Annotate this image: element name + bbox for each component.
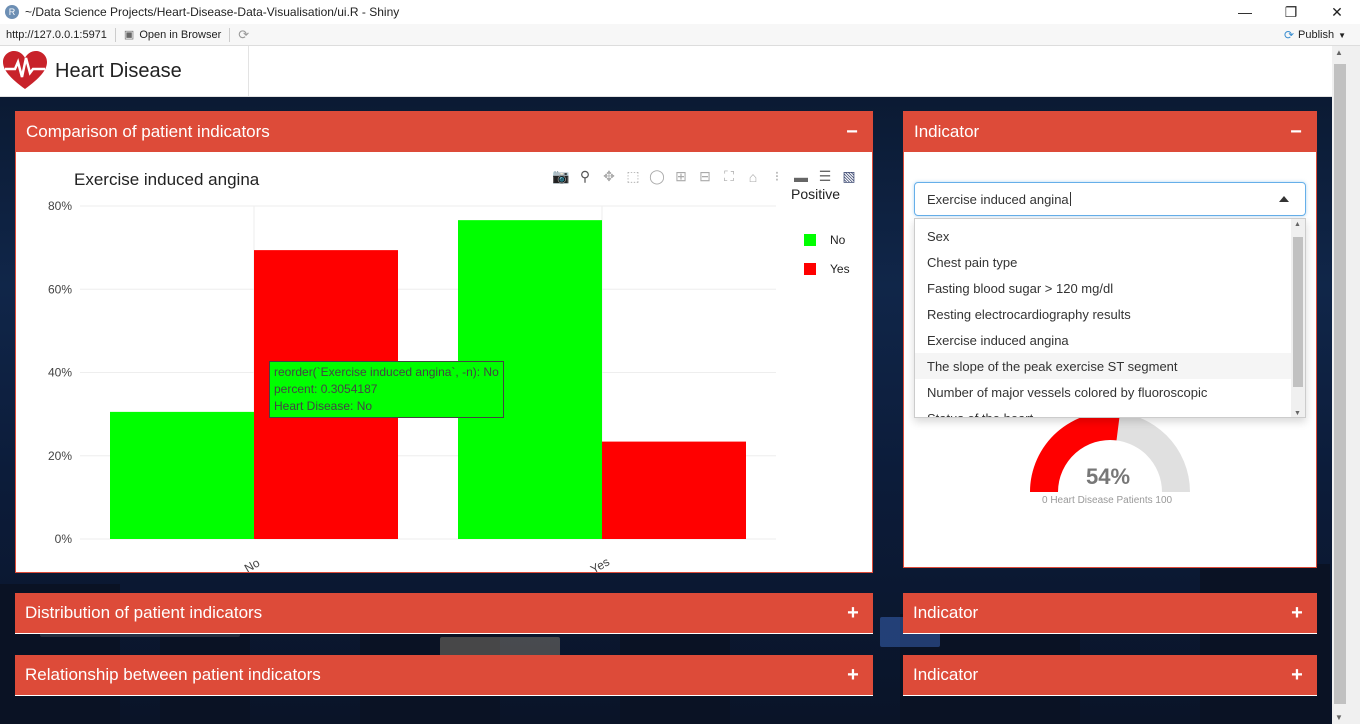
distribution-box: Distribution of patient indicators + [15, 593, 873, 634]
divider [229, 27, 231, 42]
y-tick-label: 60% [48, 282, 72, 296]
dropdown-option[interactable]: Fasting blood sugar > 120 mg/dl [915, 275, 1305, 301]
divider [114, 27, 116, 42]
legend-swatch [804, 263, 816, 275]
dropdown-option[interactable]: Number of major vessels colored by fluor… [915, 379, 1305, 405]
distribution-box-header: Distribution of patient indicators + [15, 593, 873, 633]
dropdown-option[interactable]: Status of the heart [915, 405, 1305, 418]
relationship-box-header: Relationship between patient indicators … [15, 655, 873, 695]
open-in-browser-label: Open in Browser [139, 28, 222, 41]
indicator-box-header: Indicator − [904, 112, 1316, 152]
tooltip-line: percent: 0.3054187 [274, 382, 378, 396]
indicator-box-3: Indicator + [903, 655, 1317, 696]
window-controls: — ❐ ✕ [1222, 0, 1360, 24]
expand-button[interactable]: + [843, 602, 863, 625]
window-title: ~/Data Science Projects/Heart-Disease-Da… [25, 5, 400, 19]
indicator-box-3-title: Indicator [913, 665, 979, 684]
dropdown-option[interactable]: The slope of the peak exercise ST segmen… [915, 353, 1305, 379]
bar-no-no[interactable] [110, 411, 254, 539]
scrollbar-thumb[interactable] [1334, 64, 1346, 704]
scroll-up-icon[interactable]: ▲ [1335, 48, 1343, 57]
indicator-box-2: Indicator + [903, 593, 1317, 634]
open-in-browser-button[interactable]: ▣ Open in Browser [123, 28, 222, 42]
refresh-icon[interactable]: ⟳ [238, 27, 249, 43]
page-scrollbar[interactable]: ▲ ▼ [1332, 46, 1360, 724]
plot-container: Exercise induced angina 📷 ⚲ ✥ ⬚ ◯ ⊞ ⊟ ⛶ … [16, 152, 872, 572]
dropdown-option[interactable]: Sex [915, 223, 1305, 249]
heart-logo-icon [0, 46, 50, 96]
y-tick-label: 20% [48, 449, 72, 463]
y-tick-label: 80% [48, 199, 72, 213]
restore-icon[interactable]: ❐ [1268, 0, 1314, 24]
url-text[interactable]: http://127.0.0.1:5971 [6, 29, 107, 41]
legend-label: No [830, 233, 846, 247]
publish-icon: ⟳ [1283, 28, 1294, 42]
x-tick-label: No [242, 555, 263, 572]
browser-icon: ▣ [123, 29, 135, 41]
app-brand[interactable]: Heart Disease [55, 60, 182, 83]
gauge-value: 54% [1086, 464, 1131, 489]
relationship-box-title: Relationship between patient indicators [25, 665, 321, 684]
gauge-label: 0 Heart Disease Patients 100 [1042, 495, 1173, 506]
dropdown-option[interactable]: Chest pain type [915, 249, 1305, 275]
comparison-box: Comparison of patient indicators − Exerc… [15, 111, 873, 573]
indicator-box-2-title: Indicator [913, 603, 979, 622]
window-titlebar: R ~/Data Science Projects/Heart-Disease-… [0, 0, 1360, 24]
relationship-box: Relationship between patient indicators … [15, 655, 873, 696]
header-divider [248, 46, 249, 96]
hover-tooltip: reorder(`Exercise induced angina`, -n): … [269, 361, 504, 418]
legend-swatch [804, 234, 816, 246]
close-icon[interactable]: ✕ [1314, 0, 1360, 24]
expand-button[interactable]: + [1287, 664, 1307, 687]
tooltip-line: Heart Disease: No [274, 399, 373, 413]
indicator-box: Indicator − Exercise induced angina 54% … [903, 111, 1317, 568]
chevron-down-icon: ▼ [1338, 30, 1346, 40]
address-bar: http://127.0.0.1:5971 ▣ Open in Browser … [0, 24, 1360, 46]
indicator-box-3-header: Indicator + [903, 655, 1317, 695]
legend-item-no[interactable]: No [804, 233, 845, 247]
city-background [1200, 564, 1330, 724]
comparison-box-title: Comparison of patient indicators [26, 122, 270, 141]
legend-title: Positive [791, 186, 841, 202]
dropdown-option[interactable]: Exercise induced angina [915, 327, 1305, 353]
bar-yes-yes[interactable] [602, 441, 746, 539]
city-light [440, 637, 560, 657]
scroll-down-icon[interactable]: ▼ [1335, 713, 1343, 722]
comparison-box-header: Comparison of patient indicators − [16, 112, 872, 152]
r-logo-icon: R [5, 5, 19, 19]
indicator-body: Exercise induced angina 54% 0 Heart Dise… [904, 152, 1316, 567]
indicator-box-title: Indicator [914, 122, 980, 141]
legend-item-yes[interactable]: Yes [804, 262, 850, 276]
publish-label: Publish [1298, 29, 1335, 41]
expand-button[interactable]: + [843, 664, 863, 687]
dropdown-scrollbar[interactable]: ▲ ▼ [1291, 219, 1305, 417]
indicator-dropdown: Sex Chest pain type Fasting blood sugar … [914, 218, 1306, 418]
indicator-box-2-header: Indicator + [903, 593, 1317, 633]
distribution-box-title: Distribution of patient indicators [25, 603, 263, 622]
dropdown-option[interactable]: Resting electrocardiography results [915, 301, 1305, 327]
y-tick-label: 0% [55, 532, 73, 546]
expand-button[interactable]: + [1287, 602, 1307, 625]
collapse-button[interactable]: − [842, 121, 862, 144]
publish-button[interactable]: ⟳ Publish ▼ [1284, 28, 1346, 42]
tooltip-line: reorder(`Exercise induced angina`, -n): … [274, 365, 499, 379]
y-tick-label: 40% [48, 366, 72, 380]
x-tick-label: Yes [588, 555, 612, 572]
scroll-down-icon[interactable]: ▼ [1294, 410, 1301, 417]
scrollbar-thumb[interactable] [1293, 237, 1303, 387]
collapse-button[interactable]: − [1286, 121, 1306, 144]
legend-label: Yes [830, 262, 850, 276]
scroll-up-icon[interactable]: ▲ [1294, 221, 1301, 228]
app-header: Heart Disease [0, 46, 1332, 97]
minimize-icon[interactable]: — [1222, 0, 1268, 24]
